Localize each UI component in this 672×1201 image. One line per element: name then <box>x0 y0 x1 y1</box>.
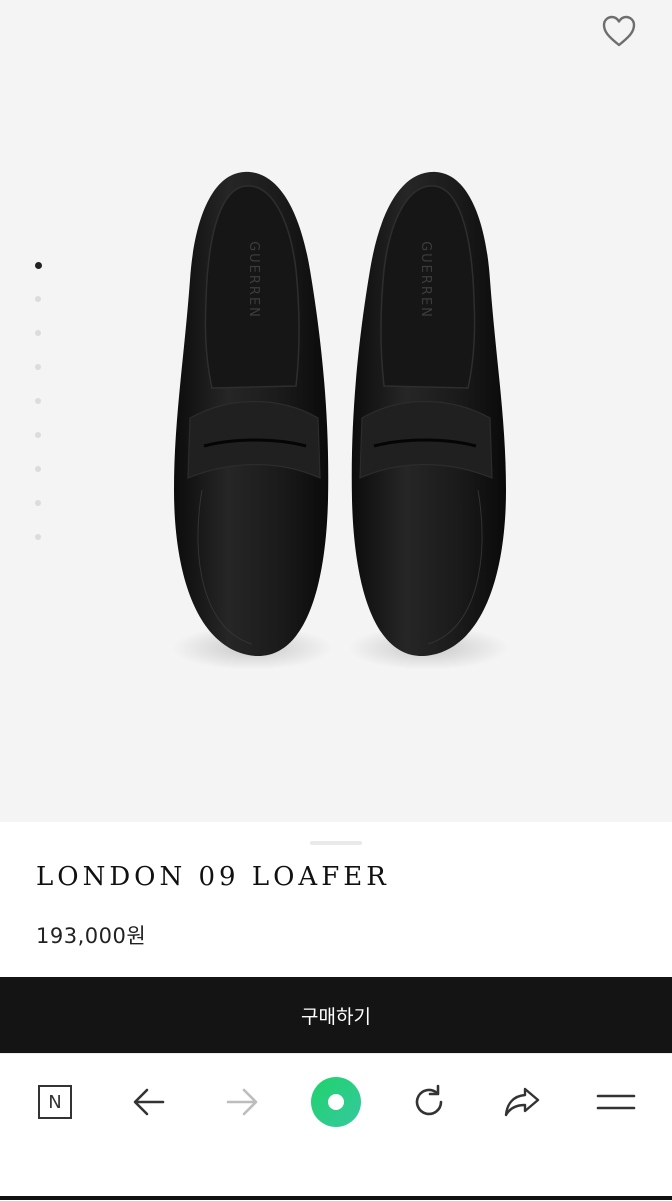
share-button[interactable] <box>494 1074 550 1130</box>
reload-button[interactable] <box>401 1074 457 1130</box>
sheet-drag-handle[interactable] <box>310 841 362 845</box>
green-dot-button[interactable] <box>308 1074 364 1130</box>
pagination-dot-active[interactable] <box>35 262 42 269</box>
pagination-dot[interactable] <box>35 398 41 404</box>
pagination-dot[interactable] <box>35 466 41 472</box>
product-image-gallery[interactable]: GUERREN GUERREN <box>0 0 672 822</box>
share-icon <box>504 1087 540 1117</box>
pagination-dot[interactable] <box>35 330 41 336</box>
product-price: 193,000원 <box>36 924 147 948</box>
pagination-dot[interactable] <box>35 432 41 438</box>
pagination-dot[interactable] <box>35 534 41 540</box>
buy-button[interactable]: 구매하기 <box>0 977 672 1053</box>
loafer-pair-image: GUERREN GUERREN <box>172 171 508 670</box>
forward-button[interactable] <box>214 1074 270 1130</box>
green-dot-icon <box>311 1077 361 1127</box>
n-square-icon: N <box>38 1085 72 1119</box>
reload-icon <box>415 1084 443 1116</box>
pagination-dot[interactable] <box>35 364 41 370</box>
naver-home-button[interactable]: N <box>27 1074 83 1130</box>
menu-button[interactable] <box>588 1074 644 1130</box>
pagination-dot[interactable] <box>35 500 41 506</box>
gallery-pagination <box>34 260 44 550</box>
menu-icon <box>596 1094 636 1110</box>
arrow-right-icon <box>226 1088 258 1116</box>
arrow-left-icon <box>133 1088 165 1116</box>
left-loafer: GUERREN <box>174 171 329 657</box>
back-button[interactable] <box>121 1074 177 1130</box>
svg-text:GUERREN: GUERREN <box>246 241 261 319</box>
svg-text:GUERREN: GUERREN <box>418 241 433 319</box>
browser-bottom-toolbar: N <box>0 1053 672 1201</box>
product-info-sheet: LONDON 09 LOAFER 193,000원 <box>0 822 672 977</box>
home-indicator <box>0 1196 672 1200</box>
heart-outline-icon[interactable] <box>601 14 637 48</box>
product-title: LONDON 09 LOAFER <box>36 862 390 892</box>
right-loafer: GUERREN <box>351 171 506 657</box>
pagination-dot[interactable] <box>35 296 41 302</box>
